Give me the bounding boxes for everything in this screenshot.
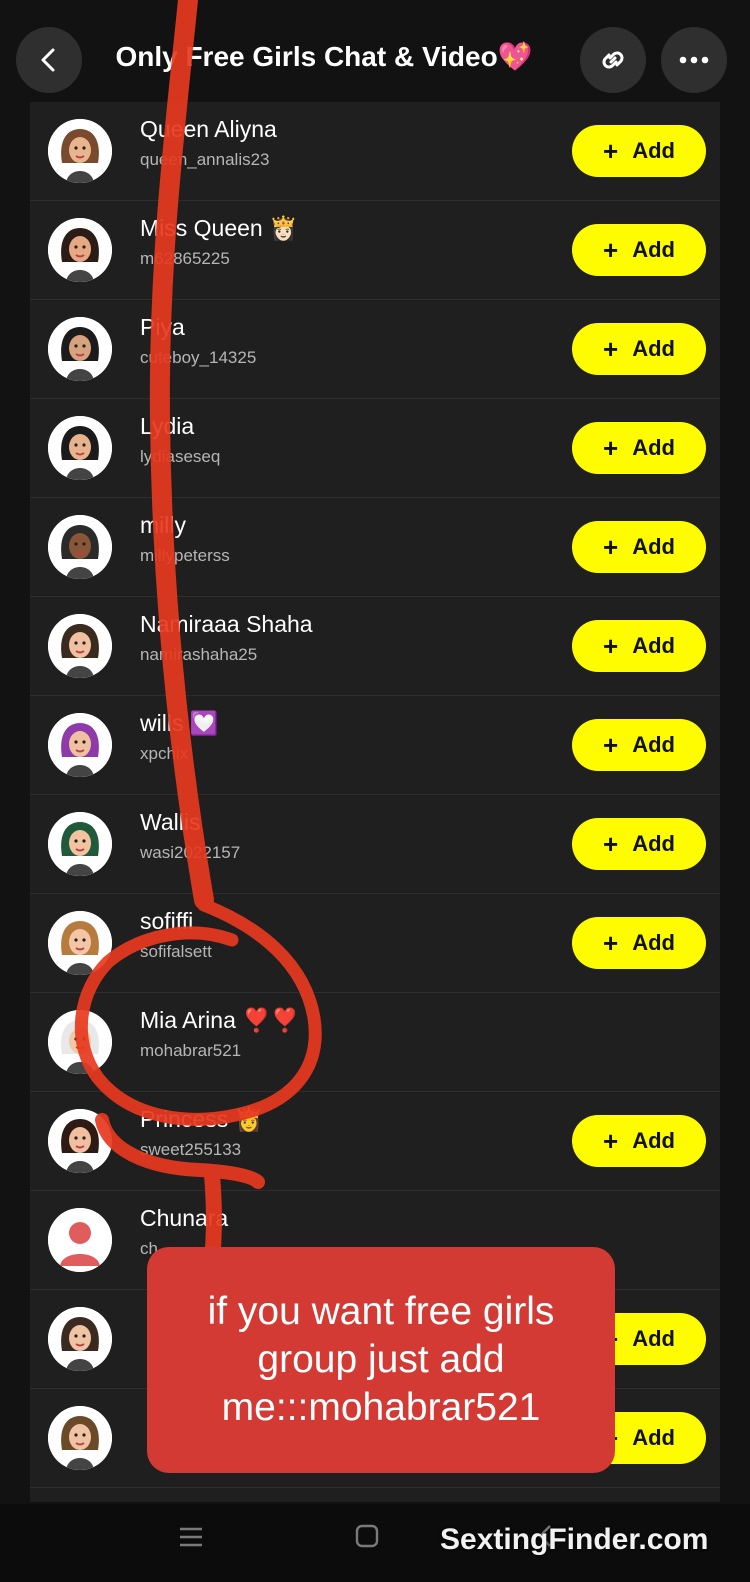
add-friend-button[interactable]: + Add (572, 818, 706, 870)
ellipsis-icon (679, 56, 709, 64)
add-button-label: Add (632, 732, 675, 757)
member-display-name: Mia Arina ❣️❣️ (140, 1007, 300, 1033)
avatar-blonde-icon[interactable] (48, 1406, 112, 1470)
add-button-label: Add (632, 138, 675, 163)
plus-icon: + (603, 828, 619, 859)
member-username: sweet255133 (140, 1140, 242, 1159)
promo-text-banner: if you want free girls group just add me… (147, 1247, 615, 1473)
member-display-name: Wallis (140, 809, 201, 835)
member-username: millypeterss (140, 546, 230, 565)
plus-icon: + (603, 531, 619, 562)
more-options-button[interactable] (661, 27, 727, 93)
group-title: Only Free Girls Chat & Video💖 (115, 41, 533, 72)
avatar-dark-hair-icon[interactable] (48, 218, 112, 282)
avatar-long-hair-icon[interactable] (48, 1109, 112, 1173)
member-username: namirashaha25 (140, 645, 258, 664)
member-username: m62865225 (140, 249, 230, 268)
home-icon[interactable] (355, 1524, 379, 1548)
add-friend-button[interactable]: + Add (572, 125, 706, 177)
plus-icon: + (603, 234, 619, 265)
avatar-cap-icon[interactable] (48, 515, 112, 579)
add-button-label: Add (632, 633, 675, 658)
add-button-label: Add (632, 1425, 675, 1450)
plus-icon: + (603, 927, 619, 958)
share-link-button[interactable] (580, 27, 646, 93)
link-icon (602, 51, 624, 69)
banner-line-2: group just add (257, 1338, 505, 1381)
plus-icon: + (603, 630, 619, 661)
plus-icon: + (603, 1125, 619, 1156)
plus-icon: + (603, 135, 619, 166)
member-display-name: wills 💟 (140, 710, 219, 736)
add-button-label: Add (632, 1128, 675, 1153)
add-button-label: Add (632, 534, 675, 559)
add-button-label: Add (632, 930, 675, 955)
add-friend-button[interactable]: + Add (572, 1115, 706, 1167)
banner-line-1: if you want free girls (207, 1290, 555, 1333)
member-display-name: Piya (140, 314, 185, 340)
recent-apps-icon[interactable] (178, 1524, 204, 1550)
member-display-name: Chunara (140, 1205, 229, 1231)
avatar-cowboy-hat-icon[interactable] (48, 812, 112, 876)
member-row[interactable]: Lydia lydiaseseq + Add (30, 399, 720, 498)
add-friend-button[interactable]: + Add (572, 224, 706, 276)
avatar-purple-hair-icon[interactable] (48, 713, 112, 777)
add-friend-button[interactable]: + Add (572, 917, 706, 969)
member-display-name: Lydia (140, 413, 195, 439)
member-row[interactable]: Piya cuteboy_14325 + Add (30, 300, 720, 399)
add-friend-button[interactable]: + Add (572, 620, 706, 672)
member-username: xpchix (140, 744, 189, 763)
member-username: queen_annalis23 (140, 150, 270, 169)
member-display-name: Miss Queen 👸🏻 (140, 215, 298, 241)
add-friend-button[interactable]: + Add (572, 422, 706, 474)
avatar-dog-filter-icon[interactable] (48, 911, 112, 975)
add-friend-button[interactable]: + Add (572, 323, 706, 375)
member-row[interactable]: Queen Aliyna queen_annalis23 + Add (30, 102, 720, 201)
member-display-name: Namiraaa Shaha (140, 611, 313, 637)
member-row[interactable]: milly millypeterss + Add (30, 498, 720, 597)
avatar-bun-icon[interactable] (48, 416, 112, 480)
add-button-label: Add (632, 831, 675, 856)
member-row[interactable]: Miss Queen 👸🏻 m62865225 + Add (30, 201, 720, 300)
add-button-label: Add (632, 435, 675, 460)
avatar-mask-flower-icon[interactable] (48, 1307, 112, 1371)
header-bar: Only Free Girls Chat & Video💖 (0, 0, 750, 104)
plus-icon: + (603, 729, 619, 760)
member-display-name: milly (140, 512, 186, 538)
watermark-text: SextingFinder.com (440, 1523, 709, 1556)
add-friend-button[interactable]: + Add (572, 521, 706, 573)
member-display-name: sofiffi (140, 908, 194, 934)
avatar-flower-crown-icon[interactable] (48, 614, 112, 678)
member-username: sofifalsett (140, 942, 212, 961)
member-row[interactable]: Namiraaa Shaha namirashaha25 + Add (30, 597, 720, 696)
member-row[interactable]: sofiffi sofifalsett + Add (30, 894, 720, 993)
member-username: mohabrar521 (140, 1041, 242, 1060)
back-button[interactable] (16, 27, 82, 93)
member-row[interactable]: Princess 👸 sweet255133 + Add (30, 1092, 720, 1191)
avatar-placeholder-icon[interactable] (48, 1208, 112, 1272)
add-friend-button[interactable]: + Add (572, 719, 706, 771)
member-row[interactable]: wills 💟 xpchix + Add (30, 696, 720, 795)
plus-icon: + (603, 432, 619, 463)
member-username: cuteboy_14325 (140, 348, 257, 367)
avatar-brown-hair-icon[interactable] (48, 119, 112, 183)
member-username: lydiaseseq (140, 447, 221, 466)
avatar-white-hat-icon[interactable] (48, 1010, 112, 1074)
avatar-mask-icon[interactable] (48, 317, 112, 381)
chevron-left-icon (41, 48, 55, 72)
member-username: wasi2022157 (140, 843, 241, 862)
add-button-label: Add (632, 336, 675, 361)
add-button-label: Add (632, 1326, 675, 1351)
member-display-name: Princess 👸 (140, 1106, 264, 1132)
member-display-name: Queen Aliyna (140, 116, 277, 142)
plus-icon: + (603, 333, 619, 364)
member-row[interactable]: Wallis wasi2022157 + Add (30, 795, 720, 894)
add-button-label: Add (632, 237, 675, 262)
banner-line-3: me:::mohabrar521 (221, 1386, 541, 1429)
member-row[interactable]: Mia Arina ❣️❣️ mohabrar521 (30, 993, 720, 1092)
